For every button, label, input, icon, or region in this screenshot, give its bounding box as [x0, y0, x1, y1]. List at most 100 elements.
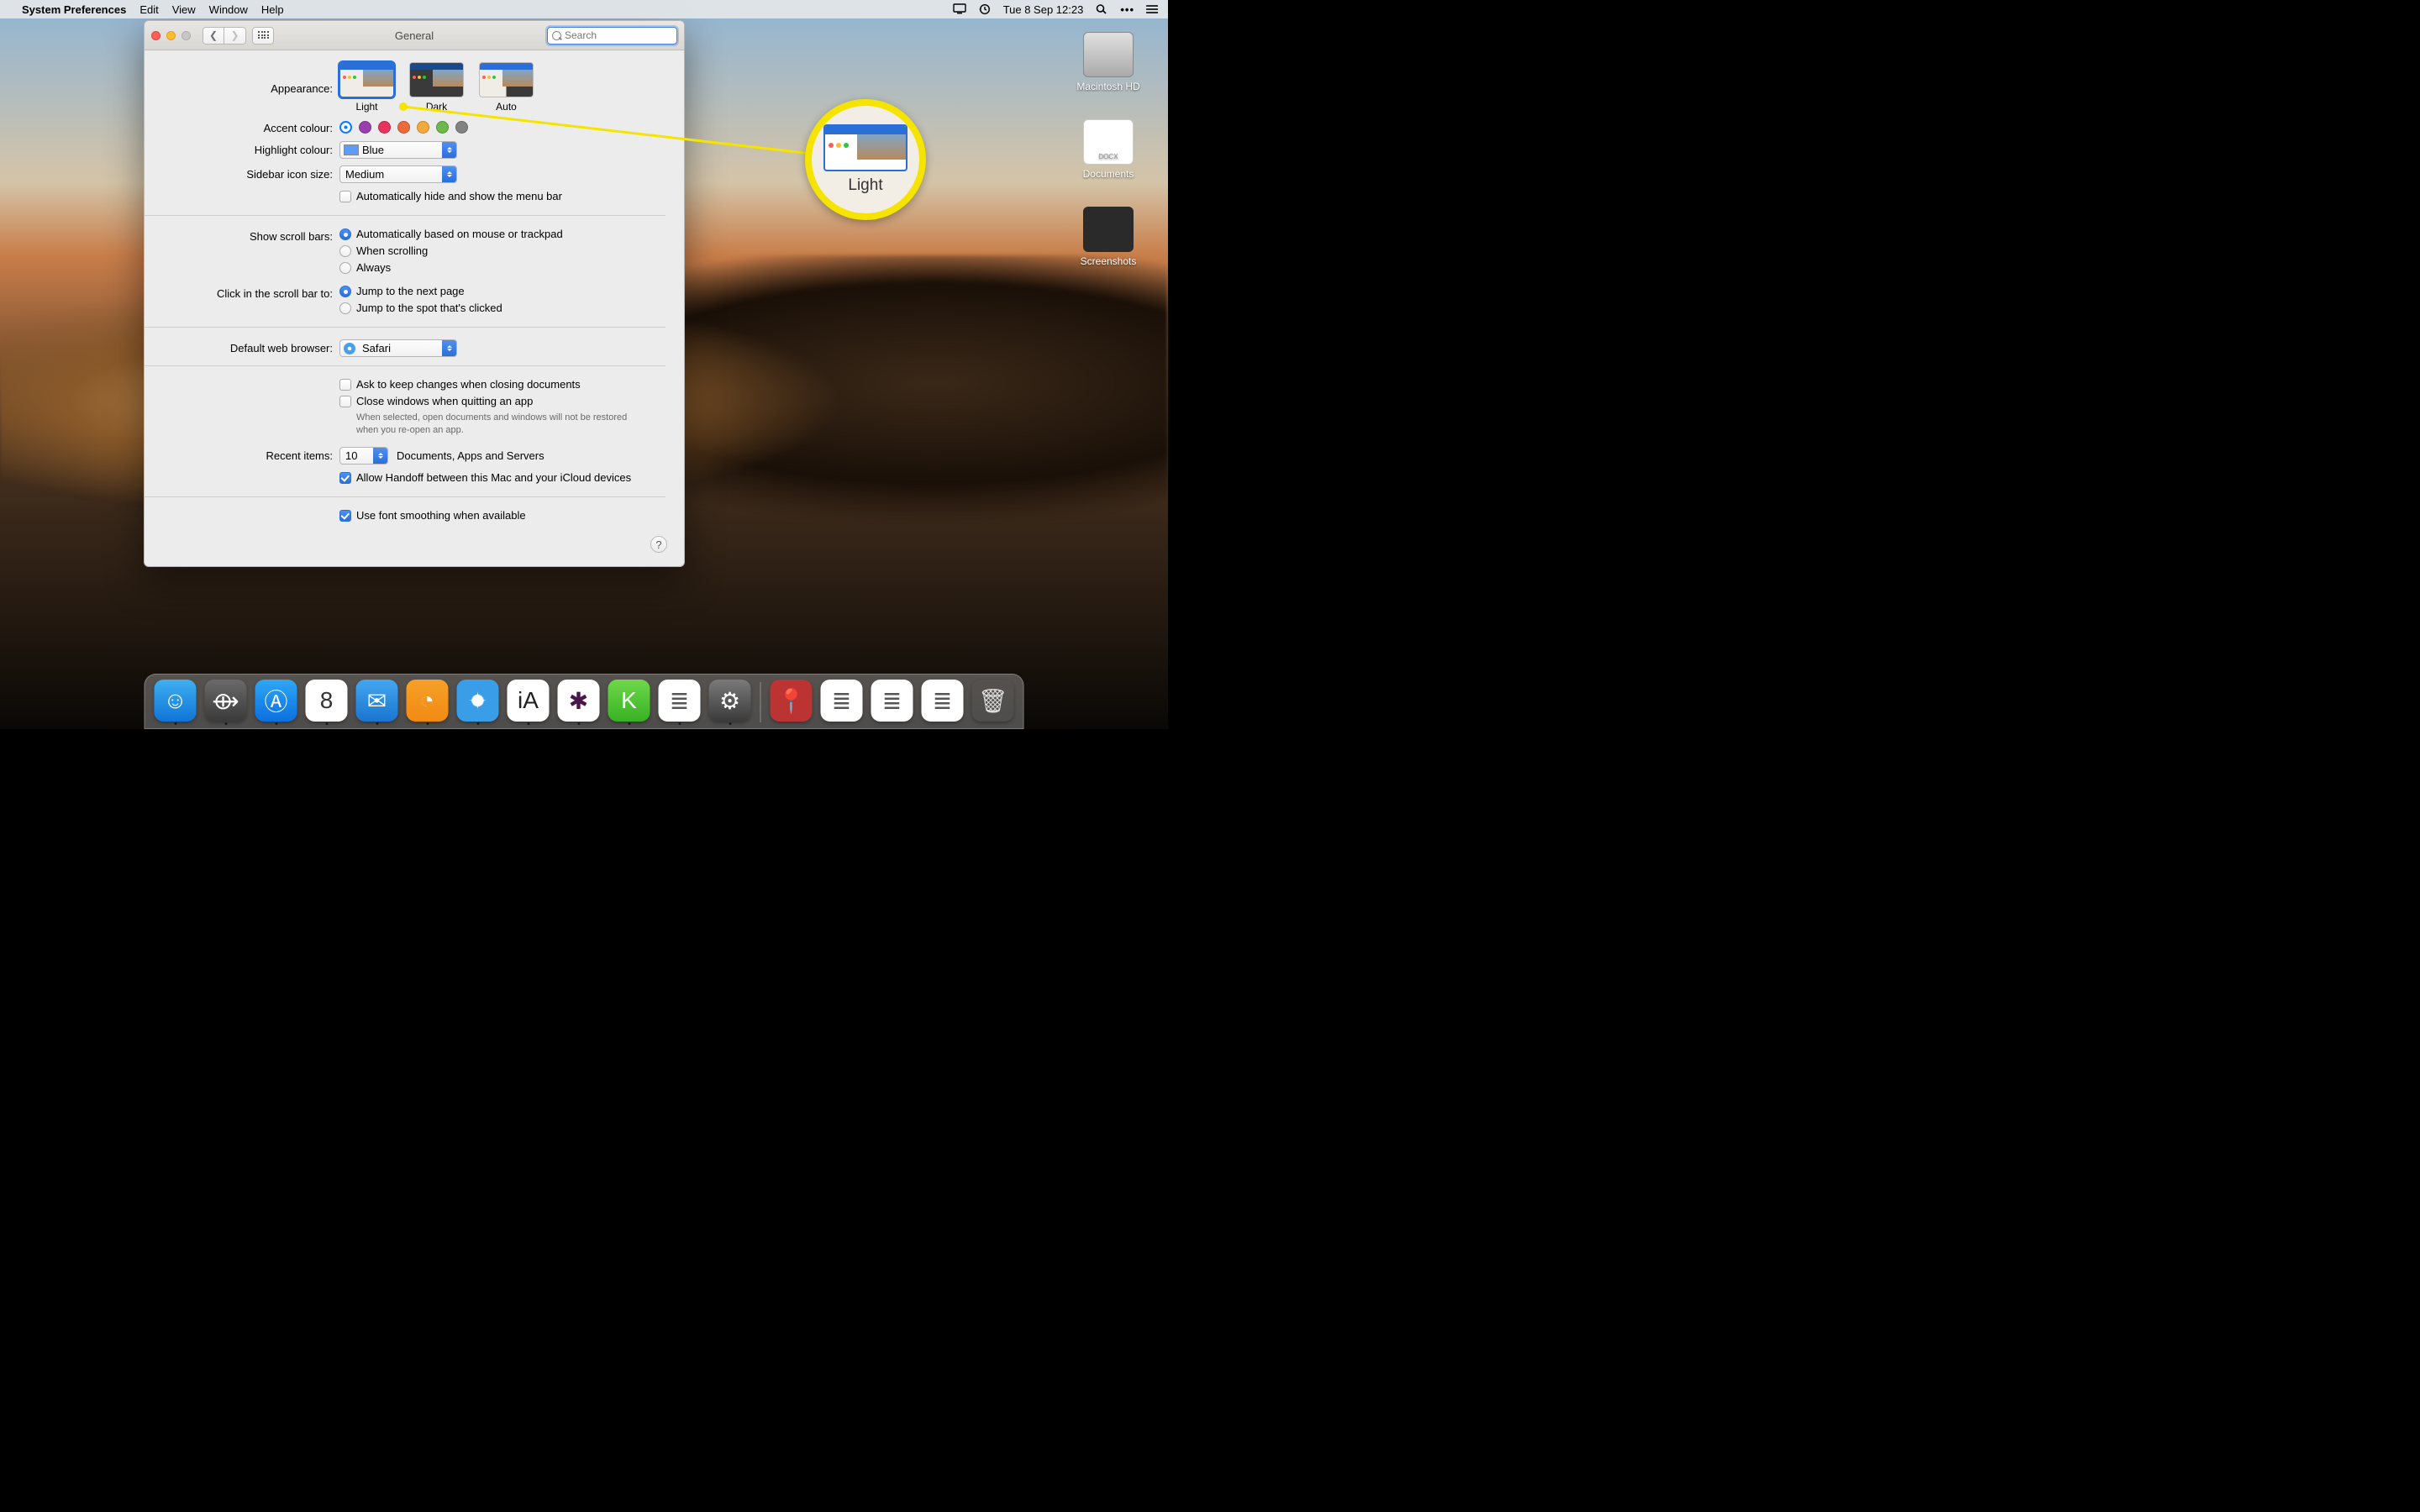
drive-icon	[1083, 32, 1134, 77]
system-preferences-window: ❮ ❯ General Appearance: Light Dark	[144, 20, 685, 567]
running-indicator-dot	[174, 722, 176, 725]
desktop-icons: Macintosh HD DOCX Documents Screenshots	[1062, 32, 1155, 267]
dock-item-emerald[interactable]: K	[608, 680, 651, 725]
accent-swatch[interactable]	[378, 121, 391, 134]
app-icon: ✉	[356, 680, 398, 722]
click-radio-nextpage[interactable]: Jump to the next page	[339, 285, 666, 297]
window-title: General	[395, 29, 434, 42]
accent-swatch[interactable]	[436, 121, 449, 134]
dock-item-app-store[interactable]: Ⓐ	[255, 680, 298, 725]
back-button[interactable]: ❮	[203, 27, 224, 45]
dock-item-system-preferences[interactable]: ⚙	[708, 680, 752, 725]
desktop-icon-macintosh-hd[interactable]: Macintosh HD	[1076, 32, 1139, 92]
recent-items-label: Recent items:	[145, 447, 339, 462]
dock-item-doc1[interactable]: ≣	[820, 680, 864, 725]
show-scroll-bars-label: Show scroll bars:	[145, 228, 339, 243]
menu-edit[interactable]: Edit	[139, 3, 158, 16]
accent-swatch[interactable]	[417, 121, 429, 134]
dock-item-mail[interactable]: ✉	[355, 680, 399, 725]
desktop-icon-screenshots[interactable]: Screenshots	[1081, 207, 1137, 267]
scroll-radio-always[interactable]: Always	[339, 261, 666, 274]
accent-swatch[interactable]	[339, 121, 352, 134]
menu-view[interactable]: View	[172, 3, 196, 16]
clock-datetime[interactable]: Tue 8 Sep 12:23	[1003, 3, 1084, 16]
dock-item-safari[interactable]: ✦	[456, 680, 500, 725]
dock-item-tot[interactable]: ◔	[406, 680, 450, 725]
close-button[interactable]	[151, 31, 160, 40]
time-machine-icon[interactable]	[978, 3, 992, 15]
accent-swatch[interactable]	[359, 121, 371, 134]
close-windows-checkbox[interactable]: Close windows when quitting an app	[339, 395, 666, 407]
app-icon: iA	[508, 680, 550, 722]
forward-button[interactable]: ❯	[224, 27, 246, 45]
dock-item-slack[interactable]: ✱	[557, 680, 601, 725]
divider	[145, 215, 666, 216]
app-icon: ⚙	[709, 680, 751, 722]
appearance-option-auto[interactable]: Auto	[479, 62, 534, 113]
dock-item-finder[interactable]: ☺	[154, 680, 197, 725]
callout-label: Light	[848, 176, 882, 195]
desktop-icon-documents[interactable]: DOCX Documents	[1083, 119, 1134, 180]
scroll-radio-auto[interactable]: Automatically based on mouse or trackpad	[339, 228, 666, 240]
running-indicator-dot	[577, 722, 580, 725]
menu-window[interactable]: Window	[209, 3, 248, 16]
app-icon: ✱	[558, 680, 600, 722]
menubar: System Preferences Edit View Window Help…	[0, 0, 1168, 18]
handoff-checkbox[interactable]: Allow Handoff between this Mac and your …	[339, 471, 666, 484]
preference-pane-content: Appearance: Light Dark Auto Accent colou…	[145, 50, 684, 566]
window-traffic-lights	[151, 31, 191, 40]
app-icon: K	[608, 680, 650, 722]
accent-color-label: Accent colour:	[145, 119, 339, 134]
dock-item-doc2[interactable]: ≣	[871, 680, 914, 725]
spotlight-icon[interactable]	[1095, 3, 1108, 15]
dock-item-doc3[interactable]: ≣	[921, 680, 965, 725]
dock-item-launchpad[interactable]: ⟴	[204, 680, 248, 725]
show-all-button[interactable]	[252, 27, 274, 45]
app-icon: ≣	[821, 680, 863, 722]
accent-color-swatches	[339, 119, 666, 134]
divider	[145, 327, 666, 328]
folder-icon	[1083, 207, 1134, 252]
search-input[interactable]	[547, 27, 677, 45]
minimize-button[interactable]	[166, 31, 176, 40]
dock-item-trash[interactable]: 🗑	[971, 680, 1015, 725]
app-icon: ◔	[407, 680, 449, 722]
appearance-option-dark[interactable]: Dark	[409, 62, 464, 113]
appearance-light-preview	[823, 124, 908, 171]
app-icon: ✦	[457, 680, 499, 722]
recent-items-select[interactable]: 10	[339, 447, 388, 465]
font-smoothing-checkbox[interactable]: Use font smoothing when available	[339, 509, 666, 522]
app-icon: ☺	[155, 680, 197, 722]
app-icon: ⟴	[205, 680, 247, 722]
zoom-button[interactable]	[182, 31, 191, 40]
window-titlebar[interactable]: ❮ ❯ General	[145, 21, 684, 50]
menu-help[interactable]: Help	[261, 3, 284, 16]
app-icon: 8	[306, 680, 348, 722]
dock-item-textedit[interactable]: ≣	[658, 680, 702, 725]
appearance-option-light[interactable]: Light	[339, 62, 394, 113]
running-indicator-dot	[527, 722, 529, 725]
close-windows-help-text: When selected, open documents and window…	[356, 412, 642, 437]
siri-icon[interactable]: •••	[1120, 3, 1134, 16]
autohide-menubar-checkbox[interactable]: Automatically hide and show the menu bar	[339, 190, 666, 202]
desktop-icon-label: Screenshots	[1081, 255, 1137, 267]
accent-swatch[interactable]	[455, 121, 468, 134]
display-menu-icon[interactable]	[953, 3, 966, 15]
recent-items-suffix: Documents, Apps and Servers	[397, 449, 544, 462]
dock-item-calendar[interactable]: 8	[305, 680, 349, 725]
appearance-option-label: Light	[355, 101, 377, 113]
running-indicator-dot	[628, 722, 630, 725]
scroll-radio-whenscrolling[interactable]: When scrolling	[339, 244, 666, 257]
sidebar-icon-size-select[interactable]: Medium	[339, 165, 457, 183]
ask-keep-changes-checkbox[interactable]: Ask to keep changes when closing documen…	[339, 378, 666, 391]
running-indicator-dot	[224, 722, 227, 725]
app-menu[interactable]: System Preferences	[22, 3, 126, 16]
default-browser-select[interactable]: Safari	[339, 339, 457, 357]
dock-item-pin[interactable]: 📍	[770, 680, 813, 725]
help-button[interactable]: ?	[650, 536, 667, 553]
dock-item-ia-writer[interactable]: iA	[507, 680, 550, 725]
accent-swatch[interactable]	[397, 121, 410, 134]
notification-center-icon[interactable]	[1146, 3, 1160, 15]
highlight-color-select[interactable]: Blue	[339, 141, 457, 159]
click-radio-spot[interactable]: Jump to the spot that's clicked	[339, 302, 666, 314]
